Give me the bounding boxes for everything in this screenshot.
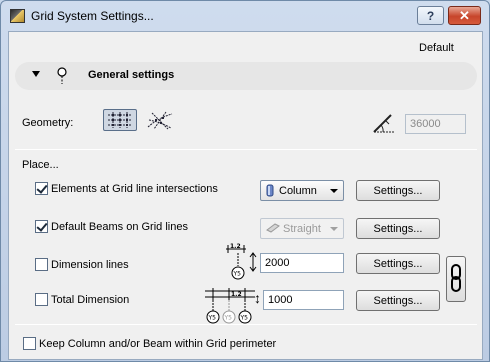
- beam-icon: [266, 223, 280, 233]
- elements-settings-button[interactable]: Settings...: [356, 180, 440, 201]
- place-label: Place...: [22, 159, 59, 171]
- total-offset-field[interactable]: 1000: [263, 290, 344, 310]
- total-settings-button[interactable]: Settings...: [356, 290, 440, 311]
- app-icon: [10, 9, 25, 23]
- orthogonal-grid-button[interactable]: [103, 109, 137, 131]
- help-button[interactable]: ?: [417, 6, 444, 25]
- total-dimension-icon-value: 1.2: [231, 291, 242, 298]
- polar-grid-button[interactable]: [143, 109, 177, 131]
- keep-within-label: Keep Column and/or Beam within Grid peri…: [39, 338, 277, 350]
- geometry-label: Geometry:: [22, 117, 74, 129]
- element-type-value: Column: [279, 185, 317, 197]
- chevron-down-icon: [330, 227, 338, 231]
- dimension-lines-checkbox[interactable]: [35, 258, 48, 271]
- dimension-settings-button[interactable]: Settings...: [356, 253, 440, 274]
- total-dimension-icon-tag: Y5: [240, 315, 249, 322]
- dimension-icon: 1.2 Y5: [226, 243, 257, 280]
- beam-type-dropdown[interactable]: Straight: [260, 218, 344, 239]
- dimension-offset-field[interactable]: 2000: [260, 253, 344, 273]
- total-dimension-icon: 1.2 Y5 Y5 Y5: [205, 288, 255, 324]
- default-label: Default: [419, 42, 454, 54]
- total-offset-arrow-icon: ↕: [254, 290, 261, 306]
- dimension-icon-tag: Y5: [233, 271, 242, 278]
- pin-icon: [57, 67, 67, 84]
- help-icon: ?: [426, 8, 435, 23]
- link-values-button[interactable]: [446, 256, 466, 302]
- elements-intersections-label: Elements at Grid line intersections: [51, 183, 218, 195]
- close-icon: ✕: [459, 7, 470, 23]
- default-beams-checkbox[interactable]: [35, 220, 48, 233]
- total-dimension-checkbox[interactable]: [35, 293, 48, 306]
- separator-1: [15, 149, 477, 150]
- polar-grid-icon: [147, 111, 173, 130]
- general-settings-header[interactable]: General settings: [15, 62, 477, 90]
- chain-link-icon: [451, 264, 461, 292]
- element-type-dropdown[interactable]: Column: [260, 180, 344, 201]
- section-title: General settings: [88, 69, 175, 81]
- angle-field[interactable]: 36000: [405, 114, 466, 134]
- title-bar[interactable]: Grid System Settings... ? ✕: [1, 1, 489, 31]
- total-dimension-icon-tag: Y5: [208, 315, 217, 322]
- dimension-icon-value: 1.2: [230, 243, 241, 250]
- dimension-lines-label: Dimension lines: [51, 259, 129, 271]
- total-dimension-label: Total Dimension: [51, 294, 130, 306]
- elements-intersections-checkbox[interactable]: [35, 182, 48, 195]
- dialog-window: Grid System Settings... ? ✕ Default Gene…: [0, 0, 490, 362]
- window-title: Grid System Settings...: [31, 9, 154, 23]
- total-dimension-icon-tag: Y5: [224, 315, 233, 322]
- orthogonal-grid-icon: [108, 112, 132, 128]
- default-beams-label: Default Beams on Grid lines: [51, 221, 188, 233]
- column-icon: [266, 184, 274, 197]
- chevron-down-icon: [330, 189, 338, 193]
- keep-within-checkbox[interactable]: [23, 337, 36, 350]
- beams-settings-button[interactable]: Settings...: [356, 218, 440, 239]
- dialog-content: Default General settings Geometry: 36000…: [8, 31, 483, 360]
- angle-icon: [373, 114, 394, 133]
- collapse-triangle-icon[interactable]: [32, 71, 40, 77]
- separator-2: [15, 324, 477, 325]
- close-button[interactable]: ✕: [448, 6, 481, 25]
- beam-type-value: Straight: [283, 223, 321, 235]
